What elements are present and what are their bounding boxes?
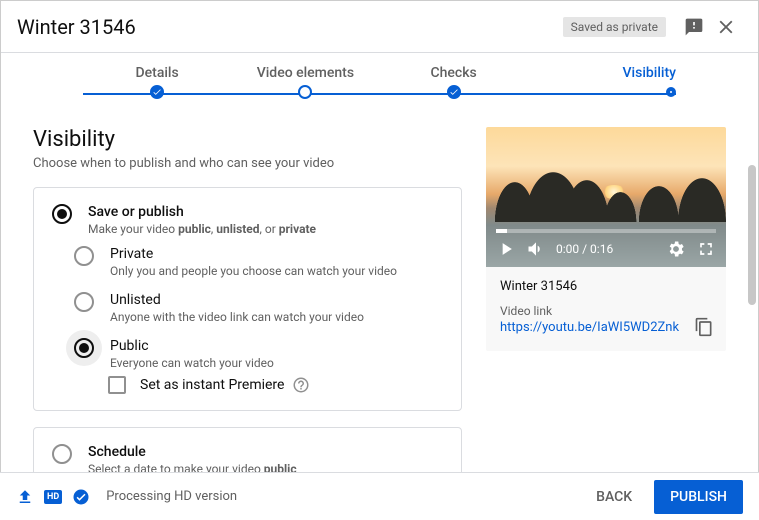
close-icon[interactable] xyxy=(710,11,742,43)
option-title: Schedule xyxy=(88,444,297,460)
processing-check-icon xyxy=(72,488,90,506)
volume-icon[interactable] xyxy=(526,239,546,259)
back-button[interactable]: BACK xyxy=(582,481,646,513)
checkbox-icon xyxy=(108,376,126,394)
option-desc: Anyone with the video link can watch you… xyxy=(110,310,364,324)
private-option[interactable]: Private Only you and people you choose c… xyxy=(74,246,443,278)
video-link-label: Video link xyxy=(500,304,712,318)
radio-icon xyxy=(74,292,94,312)
help-icon[interactable] xyxy=(292,376,310,394)
video-info-card: Winter 31546 Video link https://youtu.be… xyxy=(486,267,726,351)
step-dot-icon xyxy=(298,85,312,99)
step-video-elements[interactable]: Video elements xyxy=(231,65,379,103)
step-visibility[interactable]: Visibility xyxy=(528,65,676,103)
section-subtitle: Choose when to publish and who can see y… xyxy=(33,156,462,171)
tree-silhouette xyxy=(486,167,726,222)
fullscreen-icon[interactable] xyxy=(696,239,716,259)
video-link[interactable]: https://youtu.be/IaWI5WD2Znk xyxy=(500,320,712,335)
option-title: Unlisted xyxy=(110,292,364,308)
video-title: Winter 31546 xyxy=(500,279,712,294)
processing-status: Processing HD version xyxy=(106,489,237,504)
radio-icon xyxy=(52,444,72,464)
instant-premiere-checkbox[interactable]: Set as instant Premiere xyxy=(108,376,443,394)
dialog-footer: HD Processing HD version BACK PUBLISH xyxy=(0,472,759,520)
scrollbar[interactable] xyxy=(748,165,756,305)
video-thumbnail[interactable]: 0:00 / 0:16 xyxy=(486,127,726,267)
option-title: Public xyxy=(110,338,274,354)
option-title: Save or publish xyxy=(88,204,316,220)
settings-icon[interactable] xyxy=(666,239,686,259)
option-title: Private xyxy=(110,246,397,262)
step-checks[interactable]: Checks xyxy=(380,65,528,103)
save-or-publish-option[interactable]: Save or publish Make your video public, … xyxy=(52,204,443,236)
preview-panel: 0:00 / 0:16 Winter 31546 Video link http… xyxy=(486,127,726,351)
option-desc: Make your video public, unlisted, or pri… xyxy=(88,222,316,236)
step-label: Video elements xyxy=(231,65,379,81)
check-icon xyxy=(150,85,164,99)
section-title: Visibility xyxy=(33,127,462,152)
step-label: Visibility xyxy=(528,65,676,81)
step-details[interactable]: Details xyxy=(83,65,231,103)
step-label: Details xyxy=(83,65,231,81)
checkbox-label: Set as instant Premiere xyxy=(140,377,284,393)
check-icon xyxy=(447,85,461,99)
public-option[interactable]: Public Everyone can watch your video xyxy=(74,338,443,370)
unlisted-option[interactable]: Unlisted Anyone with the video link can … xyxy=(74,292,443,324)
video-time: 0:00 / 0:16 xyxy=(556,242,613,256)
step-label: Checks xyxy=(380,65,528,81)
dialog-header: Winter 31546 Saved as private xyxy=(1,1,758,53)
radio-icon xyxy=(74,246,94,266)
radio-icon xyxy=(74,338,94,358)
save-or-publish-card: Save or publish Make your video public, … xyxy=(33,187,462,411)
radio-icon xyxy=(52,204,72,224)
step-dot-current-icon xyxy=(666,87,676,97)
dialog-title: Winter 31546 xyxy=(17,15,563,39)
feedback-icon[interactable] xyxy=(678,11,710,43)
play-icon[interactable] xyxy=(496,239,516,259)
copy-icon[interactable] xyxy=(694,317,714,337)
dialog-body: Details Video elements Checks Visibility… xyxy=(1,53,758,483)
publish-button[interactable]: PUBLISH xyxy=(654,480,743,514)
option-desc: Only you and people you choose can watch… xyxy=(110,264,397,278)
save-status-badge: Saved as private xyxy=(563,17,666,37)
stepper: Details Video elements Checks Visibility xyxy=(83,65,676,103)
hd-badge: HD xyxy=(44,490,62,504)
upload-icon[interactable] xyxy=(16,488,34,506)
option-desc: Everyone can watch your video xyxy=(110,356,274,370)
